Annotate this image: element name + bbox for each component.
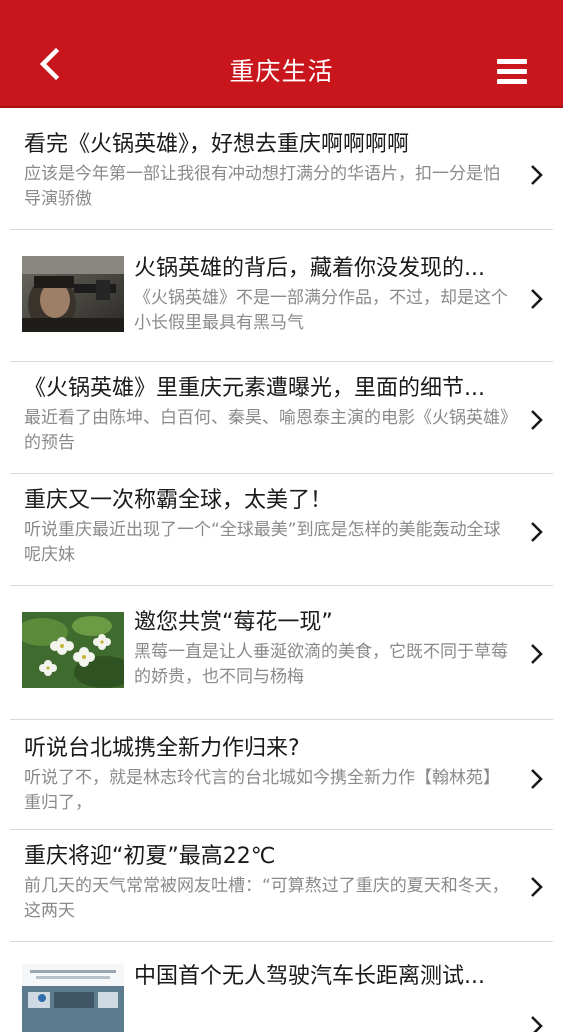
article-list-item[interactable]: 重庆又一次称霸全球，太美了！ 听说重庆最近出现了一个“全球最美”到底是怎样的美能…: [10, 474, 553, 586]
article-list-item[interactable]: 重庆将迎“初夏”最高22℃ 前几天的天气常常被网友吐槽：“可算熬过了重庆的夏天和…: [10, 830, 553, 942]
article-list-item[interactable]: 火锅英雄的背后，藏着你没发现的... 《火锅英雄》不是一部满分作品，不过，却是这…: [10, 230, 553, 362]
article-title: 听说台北城携全新力作归来?: [24, 736, 300, 761]
article-title: 《火锅英雄》里重庆元素遭曝光，里面的细节...: [24, 376, 485, 401]
article-list: 看完《火锅英雄》，好想去重庆啊啊啊啊 应该是今年第一部让我很有冲动想打满分的华语…: [0, 108, 563, 1032]
chevron-right-icon: [525, 642, 547, 666]
article-title: 邀您共赏“莓花一现”: [134, 610, 333, 635]
page-title: 重庆生活: [229, 57, 334, 86]
article-title: 重庆又一次称霸全球，太美了！: [24, 488, 333, 513]
article-summary: 《火锅英雄》不是一部满分作品，不过，却是这个小长假里最具有黑马气: [134, 288, 508, 333]
article-summary: 前几天的天气常常被网友吐槽：“可算熬过了重庆的夏天和冬天，这两天: [24, 876, 509, 921]
article-text: 邀您共赏“莓花一现” 黑莓一直是让人垂涎欲滴的美食，它既不同于草莓的娇贵，也不同…: [134, 608, 511, 690]
article-summary: 听说重庆最近出现了一个“全球最美”到底是怎样的美能轰动全球呢庆妹: [24, 520, 501, 565]
chevron-right-icon: [525, 875, 547, 899]
article-list-item[interactable]: 听说台北城携全新力作归来? 听说了不，就是林志玲代言的台北城如今携全新力作【翰林…: [10, 720, 553, 830]
article-text: 火锅英雄的背后，藏着你没发现的... 《火锅英雄》不是一部满分作品，不过，却是这…: [134, 254, 511, 336]
article-summary: 听说了不，就是林志玲代言的台北城如今携全新力作【翰林苑】重归了，: [24, 768, 500, 813]
chevron-right-icon: [525, 287, 547, 311]
article-summary: 最近看了由陈坤、白百何、秦昊、喻恩泰主演的电影《火锅英雄》的预告: [24, 408, 509, 453]
article-summary: 应该是今年第一部让我很有冲动想打满分的华语片，扣一分是怕导演骄傲: [24, 164, 500, 209]
article-list-item[interactable]: 看完《火锅英雄》，好想去重庆啊啊啊啊 应该是今年第一部让我很有冲动想打满分的华语…: [10, 108, 553, 230]
movie-still-image: [22, 256, 124, 332]
chevron-right-icon: [525, 767, 547, 791]
article-text: 重庆又一次称霸全球，太美了！ 听说重庆最近出现了一个“全球最美”到底是怎样的美能…: [24, 486, 511, 568]
menu-button[interactable]: [497, 55, 529, 87]
chevron-right-icon: [525, 163, 547, 187]
chevron-right-icon: [525, 1014, 547, 1032]
article-summary: 黑莓一直是让人垂涎欲滴的美食，它既不同于草莓的娇贵，也不同与杨梅: [134, 642, 508, 687]
blackberry-flower-image: [22, 612, 124, 688]
article-title: 火锅英雄的背后，藏着你没发现的...: [134, 256, 485, 281]
article-thumbnail: [22, 256, 124, 332]
article-text: 看完《火锅英雄》，好想去重庆啊啊啊啊 应该是今年第一部让我很有冲动想打满分的华语…: [24, 130, 511, 212]
article-title: 中国首个无人驾驶汽车长距离测试...: [134, 964, 485, 989]
article-text: 听说台北城携全新力作归来? 听说了不，就是林志玲代言的台北城如今携全新力作【翰林…: [24, 734, 511, 816]
chevron-right-icon: [525, 520, 547, 544]
article-list-item[interactable]: 中国首个无人驾驶汽车长距离测试...: [10, 942, 553, 1032]
article-list-item[interactable]: 邀您共赏“莓花一现” 黑莓一直是让人垂涎欲滴的美食，它既不同于草莓的娇贵，也不同…: [10, 586, 553, 720]
article-text: 《火锅英雄》里重庆元素遭曝光，里面的细节... 最近看了由陈坤、白百何、秦昊、喻…: [24, 374, 511, 456]
article-thumbnail: [22, 612, 124, 688]
driverless-car-test-image: [22, 964, 124, 1032]
article-thumbnail: [22, 964, 124, 1032]
article-title: 看完《火锅英雄》，好想去重庆啊啊啊啊: [24, 132, 410, 157]
top-nav-bar: 重庆生活: [0, 0, 563, 108]
article-text: 中国首个无人驾驶汽车长距离测试...: [134, 962, 511, 992]
chevron-right-icon: [525, 408, 547, 432]
article-list-item[interactable]: 《火锅英雄》里重庆元素遭曝光，里面的细节... 最近看了由陈坤、白百何、秦昊、喻…: [10, 362, 553, 474]
article-title: 重庆将迎“初夏”最高22℃: [24, 844, 276, 869]
article-text: 重庆将迎“初夏”最高22℃ 前几天的天气常常被网友吐槽：“可算熬过了重庆的夏天和…: [24, 842, 511, 924]
